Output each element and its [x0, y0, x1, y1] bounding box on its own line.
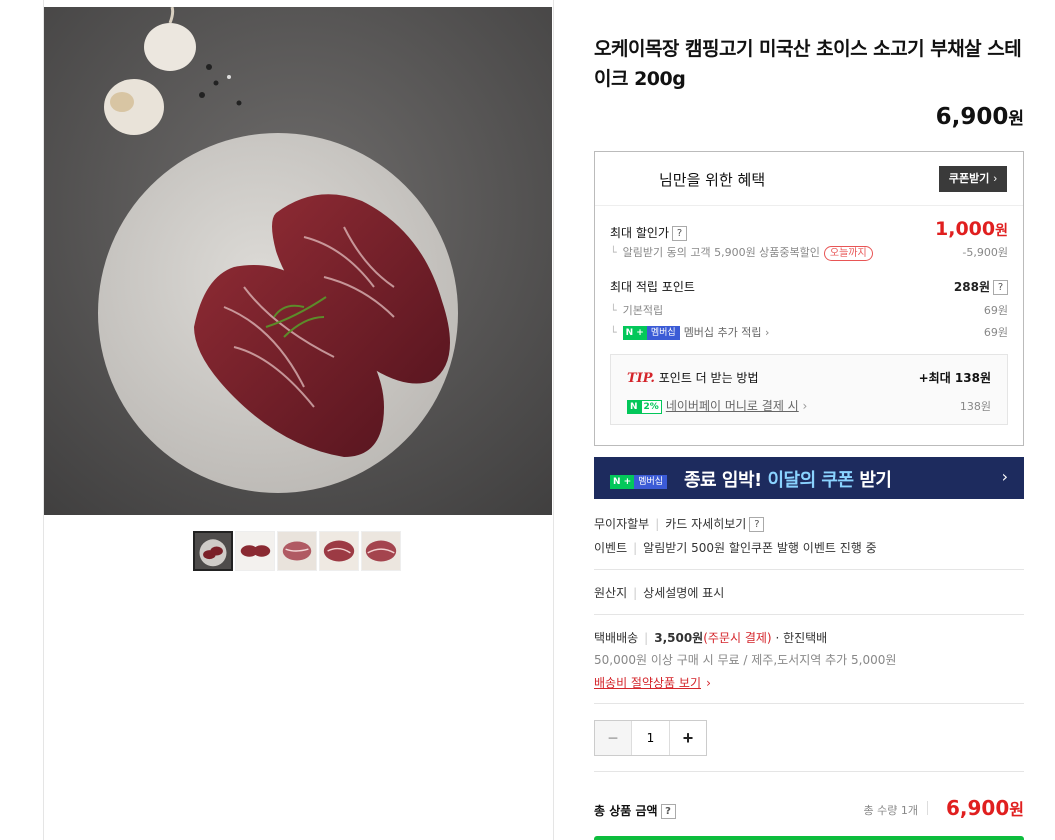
banner-badges: N + 멤버십 [610, 471, 671, 490]
benefit-box: 님만을 위한 혜택 쿠폰받기 › 최대 할인가? 1,000원 └ 알림받기 동의 … [594, 151, 1024, 446]
courier: · 한진택배 [775, 631, 828, 645]
max-discount-value: 1,000 [935, 218, 996, 240]
total-separator [927, 801, 928, 815]
help-icon[interactable]: ? [993, 280, 1008, 295]
shipping-saving-row: 배송비 절약상품 보기 › [594, 672, 1024, 691]
thumbnail-5[interactable] [361, 531, 401, 571]
total-price: 6,900원 [946, 796, 1024, 820]
thumbnail-1[interactable] [193, 531, 233, 571]
membership-badge: 멤버십 [646, 326, 680, 340]
get-coupon-button[interactable]: 쿠폰받기 › [938, 166, 1007, 192]
help-icon[interactable]: ? [672, 226, 688, 241]
total-label: 총 상품 금액 [594, 804, 658, 818]
thumbnail-3[interactable] [277, 531, 317, 571]
card-detail-link[interactable]: 카드 자세히보기 [665, 517, 746, 531]
npay-n-badge: N [627, 399, 641, 414]
quantity-increase-button[interactable]: + [670, 721, 706, 755]
quantity-input[interactable] [631, 721, 670, 755]
basic-point-label: 기본적립 [622, 304, 664, 317]
coupon-button-label: 쿠폰받기 [948, 173, 990, 185]
total-row: 총 상품 금액? 총 수량 1개 6,900원 [594, 796, 1024, 826]
max-point-label: 최대 적립 포인트 [610, 280, 695, 294]
basic-point-value: 69원 [983, 304, 1008, 317]
npay-percent-badge: 2% [640, 399, 662, 414]
origin-label: 원산지 [594, 586, 628, 600]
shipping-row: 택배배송 | 3,500원(주문시 결제) · 한진택배 [594, 631, 828, 645]
today-badge: 오늘까지 [823, 246, 873, 261]
product-price: 6,900원 [594, 104, 1024, 130]
tip-max: +최대 138원 [918, 371, 991, 385]
help-icon[interactable]: ? [660, 804, 676, 819]
product-title: 오케이목장 캠핑고기 미국산 초이스 소고기 부채살 스테이크 200g [594, 38, 1022, 90]
event-text: 알림받기 500원 할인쿠폰 발행 이벤트 진행 중 [643, 541, 877, 555]
installment-row: 무이자할부 | 카드 자세히보기? [594, 515, 1024, 532]
help-icon[interactable]: ? [749, 517, 765, 532]
tip-label: TIP. [627, 371, 655, 386]
quantity-decrease-button[interactable]: − [595, 721, 631, 755]
membership-point-value: 69원 [983, 326, 1008, 339]
benefit-header: 님만을 위한 혜택 쿠폰받기 › [595, 152, 1023, 206]
max-point-row: 최대 적립 포인트 288원? [610, 278, 1008, 296]
tip-box: TIP. 포인트 더 받는 방법 +최대 138원 N 2% 네이버페이 머니로 결… [610, 354, 1008, 425]
event-label: 이벤트 [594, 541, 628, 555]
event-row: 이벤트 | 알림받기 500원 할인쿠폰 발행 이벤트 진행 중 [594, 541, 877, 555]
npay-money-link[interactable]: 네이버페이 머니로 결제 시 [666, 399, 799, 413]
alert-discount-row: └ 알림받기 동의 고객 5,900원 상품중복할인 오늘까지 -5,900원 [610, 246, 1008, 261]
shipping-saving-link[interactable]: 배송비 절약상품 보기 [594, 676, 701, 690]
npay-money-value: 138원 [959, 400, 991, 413]
chevron-right-icon: › [1001, 467, 1008, 486]
thumbnail-2[interactable] [235, 531, 275, 571]
coupon-banner[interactable]: N + 멤버십 종료 임박! 이달의 쿠폰 받기 › [594, 457, 1024, 499]
membership-badge: 멤버십 [634, 474, 668, 489]
tip-text: 포인트 더 받는 방법 [658, 371, 759, 385]
divider [594, 703, 1024, 704]
total-label-wrap: 총 상품 금액? [594, 802, 676, 819]
main-product-image [44, 7, 552, 515]
product-info-panel: 오케이목장 캠핑고기 미국산 초이스 소고기 부채살 스테이크 200g 6,9… [553, 0, 1055, 840]
total-price-value: 6,900 [946, 796, 1010, 820]
shipping-note: (주문시 결제) [703, 631, 772, 645]
max-discount-label: 최대 할인가 [610, 226, 670, 240]
divider [594, 614, 1024, 615]
membership-point-link[interactable]: 멤버십 추가 적립 [684, 326, 762, 339]
banner-text-main: 종료 임박! [684, 470, 768, 491]
price-unit: 원 [1008, 109, 1024, 129]
max-discount-row: 최대 할인가? 1,000원 [610, 218, 1008, 242]
alert-discount-value: -5,900원 [962, 246, 1008, 259]
thumbnail-4[interactable] [319, 531, 359, 571]
quantity-stepper: − + [594, 720, 707, 756]
origin-row: 원산지 | 상세설명에 표시 [594, 586, 725, 600]
thumbnail-strip [193, 531, 401, 571]
alert-discount-text: 알림받기 동의 고객 5,900원 상품중복할인 [622, 246, 820, 259]
divider [594, 771, 1024, 772]
max-point-value: 288원 [953, 280, 990, 294]
npay-plus-badge: N + [610, 474, 635, 489]
buy-button[interactable] [594, 836, 1024, 840]
installment-label: 무이자할부 [594, 517, 650, 531]
chevron-right-icon: › [765, 326, 770, 339]
benefit-title: 님만을 위한 혜택 [659, 171, 766, 189]
total-price-unit: 원 [1009, 800, 1024, 819]
chevron-right-icon: › [802, 399, 808, 413]
max-discount-unit: 원 [995, 223, 1008, 239]
shipping-free-note: 50,000원 이상 구매 시 무료 / 제주,도서지역 추가 5,000원 [594, 653, 897, 667]
chevron-right-icon: › [993, 173, 997, 185]
npay-plus-badge: N + [622, 326, 647, 340]
shipping-price: 3,500원 [654, 631, 704, 645]
basic-point-row: └ 기본적립 69원 [610, 304, 1008, 317]
banner-text-end: 받기 [853, 470, 892, 491]
membership-point-row: └ N + 멤버십 멤버십 추가 적립 › 69원 [610, 326, 1008, 340]
divider [594, 569, 1024, 570]
banner-text-accent: 이달의 쿠폰 [767, 470, 854, 491]
banner-text: 종료 임박! 이달의 쿠폰 받기 [684, 466, 892, 492]
origin-text: 상세설명에 표시 [643, 586, 725, 600]
price-value: 6,900 [935, 104, 1009, 130]
product-gallery [0, 0, 553, 840]
chevron-right-icon: › [706, 676, 711, 690]
total-count: 총 수량 1개 [863, 804, 918, 817]
shipping-label: 택배배송 [594, 631, 639, 645]
